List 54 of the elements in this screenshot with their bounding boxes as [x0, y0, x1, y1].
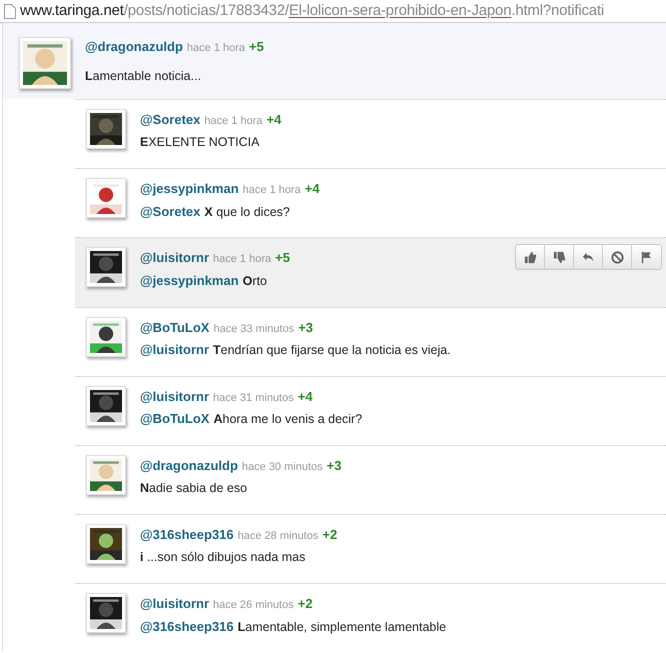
mention-link[interactable]: @Soretex	[140, 202, 200, 221]
flag-button[interactable]	[632, 245, 661, 270]
comment-time: hace 26 minutos	[213, 598, 294, 613]
username-link[interactable]: @luisitornr	[140, 248, 210, 268]
mention-link[interactable]: @jessypinkman	[140, 270, 239, 290]
comment-time: hace 28 minutos	[238, 529, 318, 544]
url-path: /posts/noticias/17883432/	[124, 0, 289, 21]
mention-link[interactable]: @luisitornr	[140, 340, 210, 360]
comment-text: Ahora me lo venis a decir?	[213, 411, 362, 428]
vote-score: +4	[298, 388, 313, 406]
thumbs-down-button[interactable]	[545, 245, 574, 270]
comment-time: hace 1 hora	[204, 114, 262, 129]
comment-time: hace 33 minutos	[213, 322, 294, 336]
thumbs-down-icon	[552, 250, 566, 265]
comment-text: EXELENTE NOTICIA	[140, 134, 260, 150]
username-link[interactable]: @luisitornr	[140, 594, 210, 614]
block-button[interactable]	[603, 245, 632, 270]
vote-score: +5	[249, 38, 264, 56]
username-link[interactable]: @Soretex	[140, 110, 200, 130]
comment-text: Lamentable, simplemente lamentable	[238, 618, 446, 636]
vote-score: +4	[266, 111, 282, 129]
vote-score: +2	[298, 595, 313, 613]
comment-time: hace 31 minutos	[213, 390, 294, 406]
username-link[interactable]: @dragonazuldp	[85, 37, 183, 56]
block-icon	[610, 250, 624, 265]
thumbs-up-icon	[522, 250, 538, 265]
username-link[interactable]: @jessypinkman	[140, 179, 239, 198]
mention-link[interactable]: @BoTuLoX	[140, 409, 210, 429]
comment-time: hace 1 hora	[242, 183, 301, 198]
comment-text: Nadie sabia de eso	[140, 480, 248, 496]
thumbs-up-button[interactable]	[516, 245, 545, 270]
comment-text: X que lo dices?	[204, 204, 290, 221]
username-link[interactable]: @BoTuLoX	[140, 318, 210, 337]
comment-text: Lamentable noticia...	[85, 68, 202, 84]
comment-text: Orto	[242, 272, 267, 290]
mention-link[interactable]: @316sheep316	[140, 616, 234, 636]
username-link[interactable]: @dragonazuldp	[140, 456, 238, 476]
comment-time: hace 1 hora	[213, 252, 272, 268]
url-query: .html?notificati	[511, 0, 604, 21]
url-highlight: El-lolicon-sera-prohibido-en-Japon	[288, 0, 512, 21]
vote-score: +5	[275, 249, 290, 268]
comment-text: Tendrían que fijarse que la noticia es vieja.	[213, 342, 451, 359]
vote-score: +4	[304, 180, 320, 198]
vote-score: +3	[326, 457, 342, 475]
vote-score: +2	[322, 526, 338, 544]
comment-time: hace 1 hora	[186, 41, 246, 56]
username-link[interactable]: @luisitornr	[140, 386, 210, 406]
reply-button[interactable]	[574, 245, 603, 270]
url-domain: www.taringa.net	[20, 0, 124, 21]
page-icon	[4, 4, 16, 18]
comment-time: hace 30 minutos	[242, 460, 323, 475]
comment-text: i ...son sólo dibujos nada mas	[140, 548, 306, 566]
username-link[interactable]: @316sheep316	[140, 525, 234, 544]
vote-score: +3	[298, 318, 314, 336]
